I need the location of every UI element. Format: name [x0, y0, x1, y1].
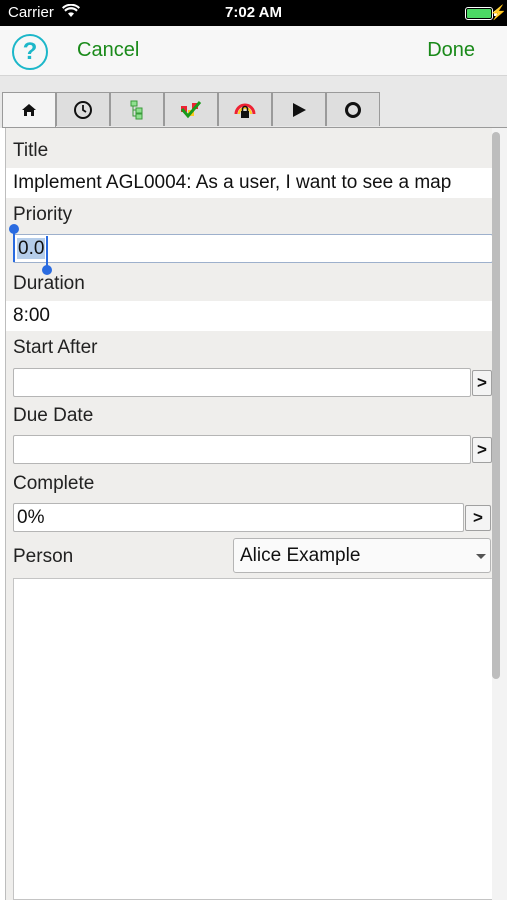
person-label: Person: [13, 546, 74, 567]
tab-bar: [2, 92, 380, 128]
tab-clock[interactable]: [56, 92, 110, 126]
priority-selected-text: 0.0: [17, 238, 46, 259]
tab-checklist[interactable]: [164, 92, 218, 126]
due-date-button[interactable]: >: [472, 437, 492, 463]
checklist-icon: [180, 100, 202, 118]
start-after-button[interactable]: >: [472, 370, 492, 396]
tab-lock[interactable]: [218, 92, 272, 126]
scrollbar-thumb[interactable]: [492, 132, 500, 679]
person-select[interactable]: Alice Example: [233, 538, 491, 573]
due-date-label: Due Date: [13, 405, 94, 426]
selection-end-line: [46, 236, 48, 266]
duration-label: Duration: [13, 273, 85, 294]
tab-home[interactable]: [2, 92, 56, 128]
tab-hierarchy[interactable]: [110, 92, 164, 126]
circle-icon: [345, 101, 361, 118]
tab-circle[interactable]: [326, 92, 380, 126]
priority-label: Priority: [13, 204, 73, 225]
charging-icon: ⚡: [489, 4, 507, 20]
person-select-value: Alice Example: [240, 545, 361, 566]
complete-button[interactable]: >: [465, 505, 491, 531]
nav-bar: ? Cancel Done: [0, 26, 507, 76]
scrollbar[interactable]: [492, 128, 507, 900]
clock-icon: [74, 100, 92, 119]
done-button[interactable]: Done: [427, 39, 475, 62]
duration-field[interactable]: 8:00: [6, 301, 493, 331]
complete-field[interactable]: 0%: [13, 503, 464, 532]
home-icon: [22, 104, 36, 116]
start-after-field[interactable]: [13, 368, 471, 397]
notes-textarea[interactable]: [13, 578, 493, 900]
title-label: Title: [13, 140, 49, 161]
cancel-button[interactable]: Cancel: [77, 39, 139, 62]
title-field[interactable]: Implement AGL0004: As a user, I want to …: [6, 168, 493, 198]
task-form: Title Implement AGL0004: As a user, I wa…: [5, 128, 493, 900]
due-date-field[interactable]: [13, 435, 471, 464]
play-icon: [293, 102, 306, 117]
screen: Carrier 7:02 AM ⚡ ? Cancel Done Title Im…: [0, 0, 507, 900]
help-button[interactable]: ?: [12, 34, 48, 70]
lock-icon: [234, 103, 256, 118]
tab-play[interactable]: [272, 92, 326, 126]
hierarchy-icon: [130, 100, 143, 119]
tab-strip: [0, 76, 507, 128]
complete-label: Complete: [13, 473, 95, 494]
chevron-down-icon: [476, 554, 486, 559]
status-bar: Carrier 7:02 AM ⚡: [0, 0, 507, 26]
selection-start-line: [13, 232, 15, 262]
priority-field[interactable]: 0.0: [13, 234, 493, 263]
start-after-label: Start After: [13, 337, 98, 358]
status-time: 7:02 AM: [225, 4, 282, 21]
